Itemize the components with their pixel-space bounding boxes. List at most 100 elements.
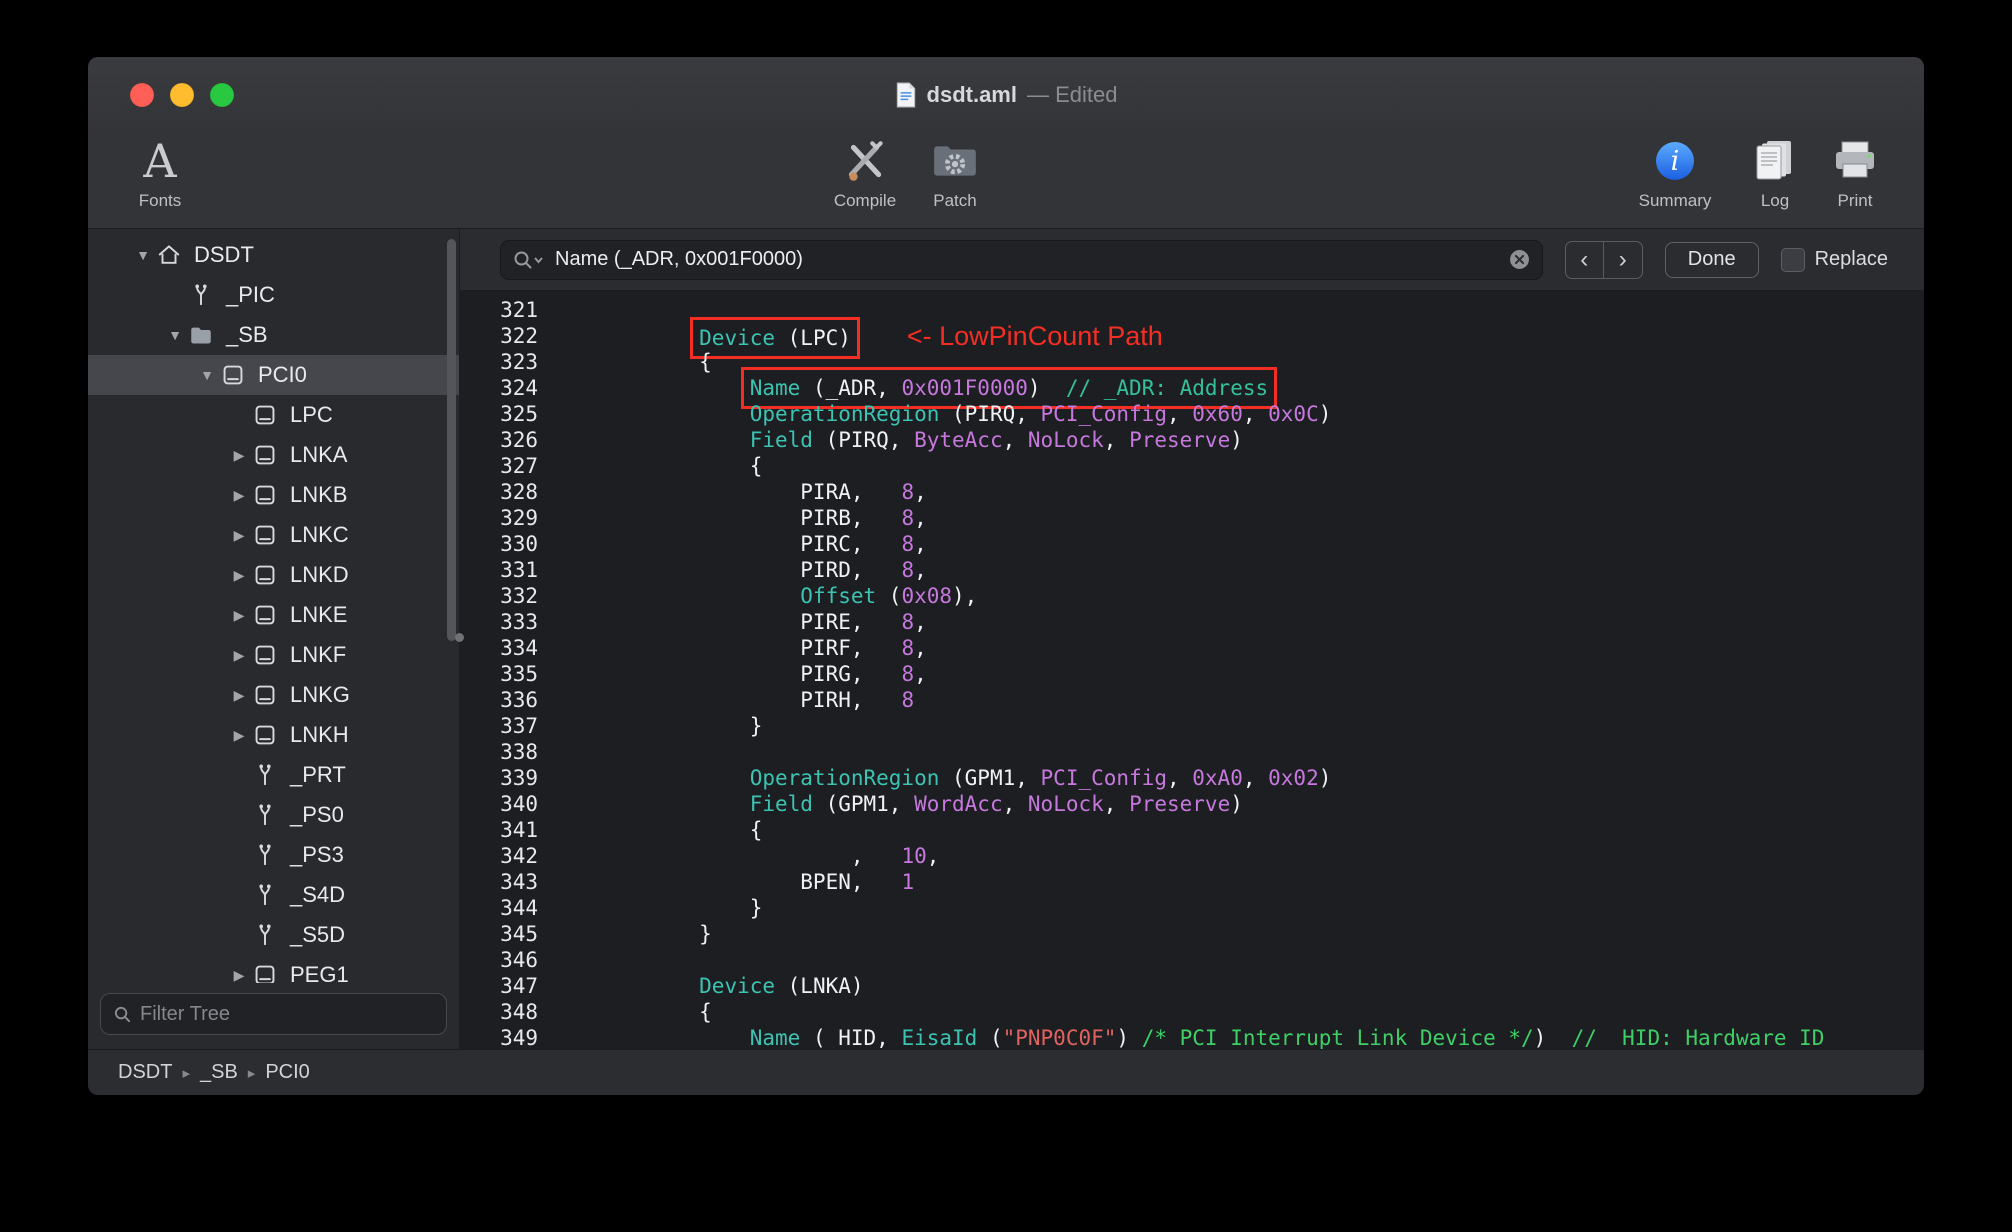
line-number: 339 bbox=[500, 766, 538, 790]
disclosure-closed-icon[interactable]: ▶ bbox=[226, 967, 252, 984]
tree-item-lnke[interactable]: ▶ LNKE bbox=[88, 595, 459, 635]
tree-item-s4d[interactable]: _S4D bbox=[88, 875, 459, 915]
disclosure-open-icon[interactable]: ▼ bbox=[130, 247, 156, 263]
print-button[interactable]: Print bbox=[1807, 133, 1903, 211]
tree-item-lnkg[interactable]: ▶ LNKG bbox=[88, 675, 459, 715]
sidebar: ▼ DSDT _PIC ▼ _SB ▼ PCI0 LPC ▶ LNKA ▶ LNKB ▶ LNKC ▶ LNK… bbox=[88, 229, 464, 1049]
replace-checkbox[interactable] bbox=[1780, 247, 1805, 272]
tree-item-ps3[interactable]: _PS3 bbox=[88, 835, 459, 875]
filter-area bbox=[88, 983, 459, 1049]
line-number: 348 bbox=[500, 1000, 538, 1024]
tree-item-label: DSDT bbox=[194, 242, 254, 267]
disclosure-closed-icon[interactable]: ▶ bbox=[226, 567, 252, 584]
line-number: 340 bbox=[500, 792, 538, 816]
disclosure-closed-icon[interactable]: ▶ bbox=[226, 687, 252, 704]
clear-search-icon[interactable] bbox=[1509, 249, 1530, 270]
device-icon bbox=[252, 482, 278, 508]
device-icon bbox=[220, 362, 246, 388]
tree-item-pic[interactable]: _PIC bbox=[88, 275, 459, 315]
disclosure-closed-icon[interactable]: ▶ bbox=[226, 727, 252, 744]
done-button[interactable]: Done bbox=[1664, 241, 1759, 278]
tree-item-lnka[interactable]: ▶ LNKA bbox=[88, 435, 459, 475]
method-icon bbox=[252, 802, 278, 828]
tree-item-lnkc[interactable]: ▶ LNKC bbox=[88, 515, 459, 555]
disclosure-closed-icon[interactable]: ▶ bbox=[226, 607, 252, 624]
sidebar-tree[interactable]: ▼ DSDT _PIC ▼ _SB ▼ PCI0 LPC ▶ LNKA ▶ LNKB ▶ LNKC ▶ LNK… bbox=[88, 229, 459, 983]
code-line: 336 PIRH, 8 bbox=[460, 687, 1924, 713]
compile-button[interactable]: Compile bbox=[817, 133, 913, 211]
tree-item-pci0[interactable]: ▼ PCI0 bbox=[88, 355, 459, 395]
disclosure-closed-icon[interactable]: ▶ bbox=[226, 527, 252, 544]
line-number: 331 bbox=[500, 558, 538, 582]
line-number: 333 bbox=[500, 610, 538, 634]
code-line: 338 bbox=[460, 739, 1924, 765]
titlebar[interactable]: dsdt.aml — Edited bbox=[88, 57, 1924, 133]
line-number: 347 bbox=[500, 974, 538, 998]
tree-item-lnkf[interactable]: ▶ LNKF bbox=[88, 635, 459, 675]
tree-item-lnkb[interactable]: ▶ LNKB bbox=[88, 475, 459, 515]
disclosure-closed-icon[interactable]: ▶ bbox=[226, 487, 252, 504]
tree-item-lnkh[interactable]: ▶ LNKH bbox=[88, 715, 459, 755]
code-line: 322 Device (LPC) <- LowPinCount Path bbox=[460, 317, 1924, 359]
code-line: 323 { bbox=[460, 349, 1924, 375]
tree-item-label: LNKF bbox=[290, 642, 347, 667]
tree-item-label: LNKC bbox=[290, 522, 349, 547]
close-button[interactable] bbox=[130, 83, 154, 107]
zoom-button[interactable] bbox=[210, 83, 234, 107]
code-line: 335 PIRG, 8, bbox=[460, 661, 1924, 687]
sidebar-scrollbar-thumb[interactable] bbox=[447, 239, 456, 641]
tree-item-lpc[interactable]: LPC bbox=[88, 395, 459, 435]
line-number: 323 bbox=[500, 350, 538, 374]
fonts-button[interactable]: A Fonts bbox=[112, 133, 208, 211]
line-number: 344 bbox=[500, 896, 538, 920]
line-number: 345 bbox=[500, 922, 538, 946]
device-icon bbox=[252, 962, 278, 983]
toolbar: A Fonts Compile Patch i Summary Log Prin… bbox=[88, 133, 1924, 229]
line-number: 332 bbox=[500, 584, 538, 608]
tree-item-prt[interactable]: _PRT bbox=[88, 755, 459, 795]
code-line: 330 PIRC, 8, bbox=[460, 531, 1924, 557]
code-line: 321 bbox=[460, 297, 1924, 323]
code-line: 325 OperationRegion (PIRQ, PCI_Config, 0… bbox=[460, 401, 1924, 427]
disclosure-open-icon[interactable]: ▼ bbox=[162, 327, 188, 343]
line-number: 346 bbox=[500, 948, 538, 972]
find-previous-button[interactable]: ‹ bbox=[1566, 241, 1604, 278]
code-line: 342 , 10, bbox=[460, 843, 1924, 869]
filter-tree-input[interactable] bbox=[140, 1002, 434, 1026]
tree-item-ps0[interactable]: _PS0 bbox=[88, 795, 459, 835]
patch-button[interactable]: Patch bbox=[907, 133, 1003, 211]
tree-item-peg1[interactable]: ▶ PEG1 bbox=[88, 955, 459, 983]
summary-button[interactable]: i Summary bbox=[1627, 133, 1723, 211]
tree-item-label: LNKE bbox=[290, 602, 348, 627]
search-input[interactable] bbox=[555, 248, 1499, 271]
find-bar: ‹ › Done Replace bbox=[460, 229, 1924, 291]
tree-item-s5d[interactable]: _S5D bbox=[88, 915, 459, 955]
fonts-icon: A bbox=[143, 134, 177, 188]
replace-group: Replace bbox=[1780, 247, 1888, 272]
search-field[interactable] bbox=[500, 239, 1543, 280]
find-next-button[interactable]: › bbox=[1604, 242, 1642, 278]
tree-item-label: _PIC bbox=[226, 282, 275, 307]
minimize-button[interactable] bbox=[170, 83, 194, 107]
svg-text:i: i bbox=[1671, 146, 1680, 177]
line-number: 330 bbox=[500, 532, 538, 556]
title-filename: dsdt.aml bbox=[926, 82, 1017, 107]
tree-item-label: _SB bbox=[226, 322, 268, 347]
tree-item-lnkd[interactable]: ▶ LNKD bbox=[88, 555, 459, 595]
tree-item-sb[interactable]: ▼ _SB bbox=[88, 315, 459, 355]
pane-splitter-handle[interactable] bbox=[455, 633, 464, 642]
tree-item-label: PCI0 bbox=[258, 362, 307, 387]
code-line: 344 } bbox=[460, 895, 1924, 921]
code-line: 326 Field (PIRQ, ByteAcc, NoLock, Preser… bbox=[460, 427, 1924, 453]
tree-item-label: LNKH bbox=[290, 722, 349, 747]
disclosure-closed-icon[interactable]: ▶ bbox=[226, 447, 252, 464]
fonts-label: Fonts bbox=[138, 191, 182, 210]
filter-tree-field[interactable] bbox=[100, 993, 447, 1035]
print-label: Print bbox=[1837, 191, 1873, 210]
line-number: 343 bbox=[500, 870, 538, 894]
tree-item-dsdt[interactable]: ▼ DSDT bbox=[88, 235, 459, 275]
disclosure-closed-icon[interactable]: ▶ bbox=[226, 647, 252, 664]
disclosure-open-icon[interactable]: ▼ bbox=[194, 367, 220, 383]
code-line: 345 } bbox=[460, 921, 1924, 947]
code-editor[interactable]: 321 322 Device (LPC) <- LowPinCount Path 32… bbox=[460, 291, 1924, 1049]
